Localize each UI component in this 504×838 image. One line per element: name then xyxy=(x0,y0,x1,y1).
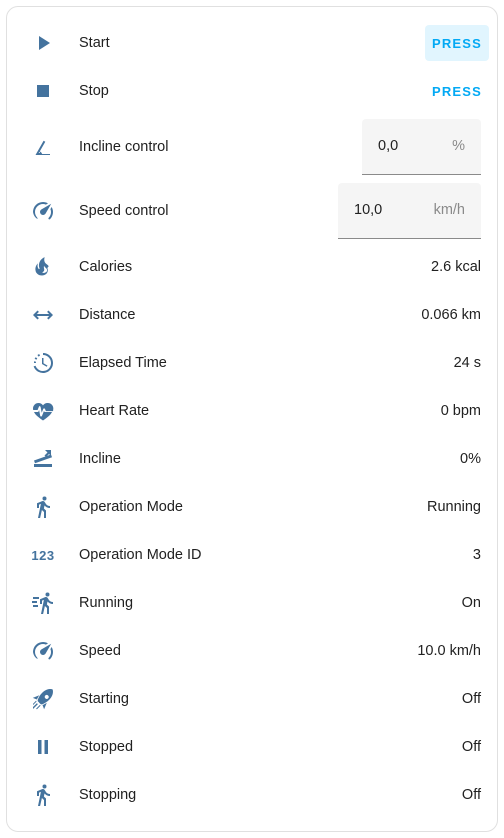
row-value: 3 xyxy=(472,547,481,563)
start-press-button[interactable]: PRESS xyxy=(425,25,489,61)
row-label: Stop xyxy=(79,83,109,99)
row-label: Speed control xyxy=(79,203,169,219)
entities-card: Start PRESS Stop PRESS Incline control 0… xyxy=(6,6,498,832)
row-stopping: Stopping Off xyxy=(7,777,497,813)
row-speed: Speed 10.0 km/h xyxy=(7,633,497,669)
incline-control-input[interactable]: 0,0 % xyxy=(362,119,481,175)
pause-icon xyxy=(31,735,55,759)
play-icon xyxy=(31,31,55,55)
row-value: 24 s xyxy=(453,355,481,371)
row-label: Start xyxy=(79,35,110,51)
row-calories: Calories 2.6 kcal xyxy=(7,249,497,285)
row-value: 0.066 km xyxy=(421,307,481,323)
walk-icon xyxy=(31,783,55,807)
incline-icon xyxy=(31,447,55,471)
row-heart-rate: Heart Rate 0 bpm xyxy=(7,393,497,429)
row-value: Running xyxy=(426,499,481,515)
row-value: 0% xyxy=(460,451,481,467)
row-value: 2.6 kcal xyxy=(431,259,481,275)
row-label: Heart Rate xyxy=(79,403,150,419)
row-label: Stopping xyxy=(79,787,137,803)
row-elapsed-time: Elapsed Time 24 s xyxy=(7,345,497,381)
field-value: 0,0 xyxy=(378,138,399,154)
rocket-icon xyxy=(31,687,55,711)
row-label: Starting xyxy=(79,691,129,707)
speed-control-input[interactable]: 10,0 km/h xyxy=(338,183,481,239)
row-label: Stopped xyxy=(79,739,134,755)
row-label: Running xyxy=(79,595,134,611)
stop-icon xyxy=(31,79,55,103)
row-label: Incline xyxy=(79,451,121,467)
speedometer-icon xyxy=(31,199,55,223)
row-start: Start PRESS xyxy=(7,25,497,61)
row-label: Elapsed Time xyxy=(79,355,167,371)
row-stopped: Stopped Off xyxy=(7,729,497,765)
row-value: Off xyxy=(461,739,481,755)
numeric-icon: 123 xyxy=(31,547,55,563)
row-incline-control: Incline control 0,0 % xyxy=(7,119,497,175)
run-fast-icon xyxy=(31,591,55,615)
stop-press-button[interactable]: PRESS xyxy=(425,73,489,109)
arrow-left-right-icon xyxy=(31,303,55,327)
field-unit: % xyxy=(452,138,465,154)
row-stop: Stop PRESS xyxy=(7,73,497,109)
walk-icon xyxy=(31,495,55,519)
row-value: Off xyxy=(461,691,481,707)
row-speed-control: Speed control 10,0 km/h xyxy=(7,183,497,239)
heart-pulse-icon xyxy=(31,399,55,423)
row-value: Off xyxy=(461,787,481,803)
row-label: Calories xyxy=(79,259,133,275)
row-operation-mode: Operation Mode Running xyxy=(7,489,497,525)
row-label: Incline control xyxy=(79,139,169,155)
row-value: 0 bpm xyxy=(440,403,481,419)
row-label: Distance xyxy=(79,307,136,323)
timer-icon xyxy=(31,351,55,375)
row-incline: Incline 0% xyxy=(7,441,497,477)
field-value: 10,0 xyxy=(354,202,383,218)
row-value: On xyxy=(461,595,481,611)
row-label: Speed xyxy=(79,643,121,659)
speedometer-icon xyxy=(31,639,55,663)
row-distance: Distance 0.066 km xyxy=(7,297,497,333)
row-label: Operation Mode xyxy=(79,499,183,515)
field-unit: km/h xyxy=(433,202,465,218)
angle-icon xyxy=(31,135,55,159)
row-running: Running On xyxy=(7,585,497,621)
fire-icon xyxy=(31,255,55,279)
row-label: Operation Mode ID xyxy=(79,547,202,563)
row-value: 10.0 km/h xyxy=(417,643,481,659)
row-operation-mode-id: 123 Operation Mode ID 3 xyxy=(7,537,497,573)
row-starting: Starting Off xyxy=(7,681,497,717)
